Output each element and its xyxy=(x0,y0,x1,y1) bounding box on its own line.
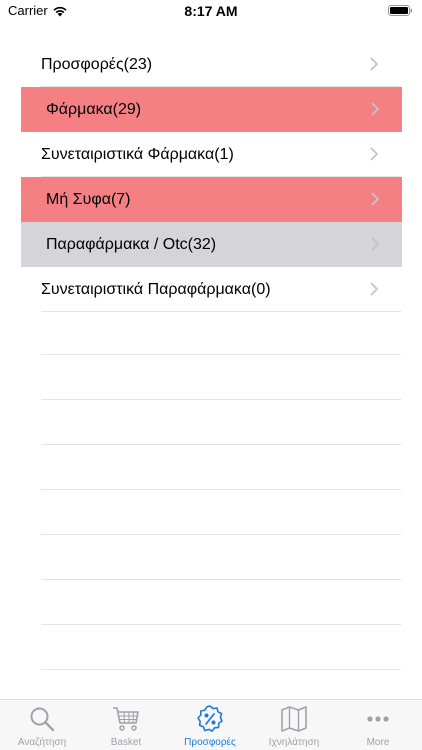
battery-icon xyxy=(388,5,413,16)
category-label: Παραφάρμακα / Otc(32) xyxy=(46,235,217,253)
category-label: Συνεταιριστικά Φάρμακα(1) xyxy=(41,145,234,163)
category-label: Μή Συφα(7) xyxy=(46,190,131,208)
map-icon xyxy=(281,706,307,732)
category-row-coop-parapharmacy[interactable]: Συνεταιριστικά Παραφάρμακα(0) xyxy=(0,267,422,312)
tab-label: Αναζήτηση xyxy=(17,737,67,748)
empty-row xyxy=(41,355,401,400)
chevron-right-icon xyxy=(371,102,379,116)
category-row-offers[interactable]: Προσφορές(23) xyxy=(0,42,422,87)
tab-label: Basket xyxy=(110,737,142,748)
category-row-parapharmacy-otc[interactable]: Παραφάρμακα / Otc(32) xyxy=(21,222,402,267)
chevron-right-icon xyxy=(370,147,378,161)
empty-row xyxy=(41,490,401,535)
empty-row xyxy=(41,400,401,445)
category-list: Προσφορές(23) Φάρμακα(29) Συνεταιριστικά… xyxy=(0,42,422,312)
tab-label: Ιχνηλάτηση xyxy=(268,737,320,748)
empty-row xyxy=(41,445,401,490)
empty-table-rows xyxy=(41,310,401,670)
tab-label: Προσφορές xyxy=(184,737,236,748)
tab-offers[interactable]: Προσφορές xyxy=(168,700,252,750)
more-dots-icon xyxy=(367,716,389,722)
percent-badge-icon xyxy=(197,705,223,732)
tab-more[interactable]: More xyxy=(336,700,420,750)
tab-tracking[interactable]: Ιχνηλάτηση xyxy=(252,700,336,750)
category-row-medicines[interactable]: Φάρμακα(29) xyxy=(21,87,402,132)
status-time: 8:17 AM xyxy=(184,3,238,19)
tab-search[interactable]: Αναζήτηση xyxy=(0,700,84,750)
cart-icon xyxy=(113,707,139,731)
tab-bar: Αναζήτηση Basket Προσφορές Ιχνηλάτηση Mo… xyxy=(0,699,422,750)
chevron-right-icon xyxy=(371,237,379,251)
empty-row xyxy=(41,580,401,625)
empty-row xyxy=(41,310,401,355)
category-label: Προσφορές(23) xyxy=(41,55,153,73)
tab-basket[interactable]: Basket xyxy=(84,700,168,750)
empty-row xyxy=(41,535,401,580)
chevron-right-icon xyxy=(370,282,378,296)
category-row-coop-medicines[interactable]: Συνεταιριστικά Φάρμακα(1) xyxy=(0,132,422,177)
category-label: Συνεταιριστικά Παραφάρμακα(0) xyxy=(41,280,271,298)
status-bar: Carrier 8:17 AM xyxy=(0,0,422,22)
category-label: Φάρμακα(29) xyxy=(46,100,142,118)
category-row-mi-syfa[interactable]: Μή Συφα(7) xyxy=(21,177,402,222)
chevron-right-icon xyxy=(371,192,379,206)
search-icon xyxy=(30,707,55,732)
empty-row xyxy=(41,625,401,670)
chevron-right-icon xyxy=(370,57,378,71)
tab-label: More xyxy=(366,737,390,748)
